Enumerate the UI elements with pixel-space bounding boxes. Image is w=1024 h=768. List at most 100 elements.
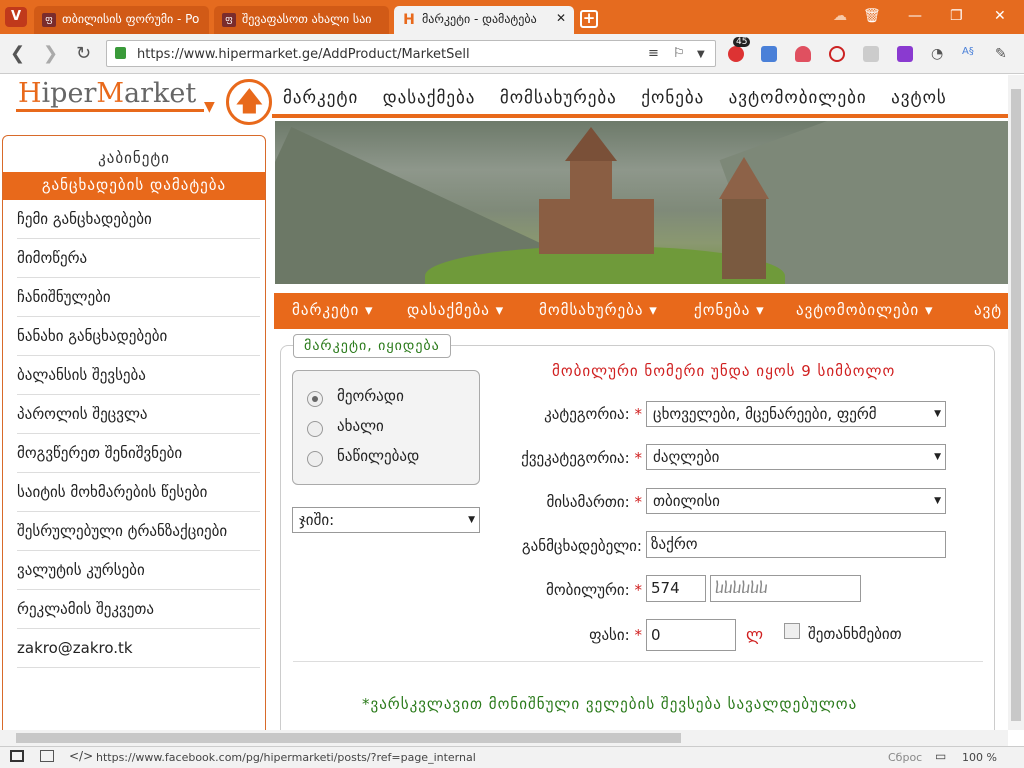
sidebar-item-balance[interactable]: ბალანსის შევსება [17, 356, 260, 395]
mobile-warning: მობილური ნომერი უნდა იყოს 9 სიმბოლო [552, 362, 896, 380]
sidebar-item-currency[interactable]: ვალუტის კურსები [17, 551, 260, 590]
menu-property[interactable]: ქონება ▾ [694, 301, 765, 319]
reload-icon[interactable]: ↻ [76, 43, 91, 64]
bookmark-icon[interactable]: ⚐ [673, 46, 685, 61]
close-window-icon[interactable]: ✕ [994, 8, 1006, 24]
logo-dropdown-icon[interactable]: ▼ [204, 99, 215, 115]
address-select-value: თბილისი [653, 492, 720, 510]
breed-select-value: ჯიში: [299, 511, 335, 529]
tab-title: მარკეტი - დამატება [422, 12, 537, 26]
panel-toggle-icon[interactable] [10, 750, 24, 762]
code-icon[interactable]: </> [69, 749, 93, 763]
menu-services[interactable]: მომსახურება ▾ [539, 301, 658, 319]
radio-used[interactable] [307, 391, 323, 407]
chevron-down-icon: ▼ [934, 409, 941, 419]
dropdown-arrow-icon[interactable]: ▼ [697, 49, 705, 60]
zoom-slider-icon[interactable]: ▭ [935, 749, 946, 763]
close-tab-icon[interactable]: ✕ [556, 11, 566, 25]
new-tab-button[interactable]: + [580, 10, 598, 28]
horizontal-scroll-thumb[interactable] [16, 733, 681, 743]
chevron-down-icon: ▼ [934, 496, 941, 506]
category-select[interactable]: ცხოველები, მცენარეები, ფერმ ▼ [646, 401, 946, 427]
radio-new[interactable] [307, 421, 323, 437]
tab-market-add[interactable]: H მარკეტი - დამატება ✕ [394, 6, 574, 34]
translate-extension-icon[interactable] [761, 46, 777, 62]
radio-used-label: მეორადი [337, 387, 404, 405]
address-select[interactable]: თბილისი ▼ [646, 488, 946, 514]
tab-forum[interactable]: ფ თბილისის ფორუმი - Po [34, 6, 209, 34]
sidebar-item-ads[interactable]: რეკლამის შეკვეთა [17, 590, 260, 629]
arrow-up-icon: 🡅 [236, 87, 263, 117]
sidebar-title: კაბინეტი [98, 149, 170, 167]
minimize-icon[interactable]: — [908, 8, 922, 24]
tools-icon[interactable]: ✎ [995, 46, 1011, 62]
block-extension-icon[interactable] [829, 46, 845, 62]
main-menu-bar: მარკეტი ▾ დასაქმება ▾ მომსახურება ▾ ქონე… [274, 293, 1008, 329]
top-menu-jobs[interactable]: დასაქმება [383, 88, 476, 108]
subcategory-select[interactable]: ძაღლები ▼ [646, 444, 946, 470]
sidebar-item-messages[interactable]: მიმოწერა [17, 239, 260, 278]
radio-parts[interactable] [307, 451, 323, 467]
top-menu-property[interactable]: ქონება [641, 88, 704, 108]
trash-icon[interactable]: 🗑 [863, 8, 881, 24]
spell-extension-icon[interactable]: A§ [962, 46, 978, 62]
forward-icon[interactable]: ❯ [43, 43, 58, 64]
vertical-scrollbar[interactable] [1008, 75, 1024, 730]
pocket-extension-icon[interactable] [795, 46, 811, 62]
sidebar-item-password[interactable]: პაროლის შეცვლა [17, 395, 260, 434]
radio-new-label: ახალი [337, 417, 384, 435]
screenshot-extension-icon[interactable] [863, 46, 879, 62]
url-field[interactable]: https://www.hipermarket.ge/AddProduct/Ma… [106, 40, 716, 67]
add-listing-button[interactable]: განცხადების დამატება [3, 172, 265, 200]
price-input[interactable]: 0 [646, 619, 736, 651]
menu-jobs[interactable]: დასაქმება ▾ [407, 301, 504, 319]
vertical-scroll-thumb[interactable] [1011, 89, 1021, 721]
top-menu-cars[interactable]: ავტომობილები [729, 88, 867, 108]
cabinet-sidebar: კაბინეტი განცხადების დამატება ჩემი განცხ… [2, 135, 266, 730]
back-icon[interactable]: ❮ [10, 43, 25, 64]
address-label: მისამართი: * [546, 493, 642, 511]
zoom-level[interactable]: 100 % [962, 751, 997, 764]
capture-extension-icon[interactable] [897, 46, 913, 62]
form-legend: მარკეტი, იყიდება [293, 334, 451, 358]
lock-icon [115, 47, 126, 59]
status-bar: </> https://www.facebook.com/pg/hipermar… [0, 746, 1024, 768]
reader-icon[interactable]: ≡ [648, 46, 659, 61]
menu-cars[interactable]: ავტომობილები ▾ [796, 301, 933, 319]
author-label: განმცხადებელი: [521, 537, 642, 555]
menu-auto[interactable]: ავტ [974, 301, 1002, 319]
breed-select[interactable]: ჯიში: ▼ [292, 507, 480, 533]
vivaldi-menu-icon[interactable]: V [5, 7, 27, 27]
menu-market[interactable]: მარკეტი ▾ [292, 301, 374, 319]
cloud-icon[interactable]: ☁ [833, 8, 847, 24]
sidebar-item-my-listings[interactable]: ჩემი განცხადებები [17, 200, 260, 239]
feed-icon[interactable]: ◔ [931, 46, 947, 62]
negotiable-checkbox[interactable] [784, 623, 800, 639]
mobile-number-input[interactable]: ⴑⴑⴑⴑⴑⴑ [710, 575, 861, 602]
status-url: https://www.facebook.com/pg/hipermarketi… [96, 751, 476, 764]
sidebar-item-email[interactable]: zakro@zakro.tk [17, 629, 260, 668]
subcategory-select-value: ძაღლები [653, 448, 720, 466]
form-divider [293, 661, 983, 662]
sidebar-item-transactions[interactable]: შესრულებული ტრანზაქციები [17, 512, 260, 551]
adblock-extension-icon[interactable] [728, 46, 744, 62]
hipermarket-logo[interactable]: HiperMarket [18, 78, 196, 109]
top-menu-market[interactable]: მარკეტი [283, 88, 358, 108]
top-menu-services[interactable]: მომსახურება [500, 88, 617, 108]
sidebar-item-viewed[interactable]: ნანახი განცხადებები [17, 317, 260, 356]
maximize-icon[interactable]: ❐ [950, 8, 963, 24]
author-input[interactable]: ზაქრო [646, 531, 946, 558]
negotiable-label: შეთანხმებით [808, 625, 902, 643]
sidebar-item-feedback[interactable]: მოგვწერეთ შენიშვნები [17, 434, 260, 473]
horizontal-scrollbar[interactable] [0, 730, 1008, 746]
up-arrow-button[interactable]: 🡅 [226, 79, 272, 125]
price-label: ფასი: * [589, 626, 642, 644]
tab-review[interactable]: ფ შევაფასოთ ახალი საი [214, 6, 389, 34]
zoom-reset[interactable]: Сброс [888, 751, 922, 764]
sidebar-item-bookmarks[interactable]: ჩანიშნულები [17, 278, 260, 317]
top-menu-auto[interactable]: ავტოს [891, 88, 947, 108]
mobile-prefix-input[interactable]: 574 [646, 575, 706, 602]
window-icon[interactable] [40, 750, 54, 762]
site-header: HiperMarket ▼ 🡅 მარკეტი დასაქმება მომსახ… [0, 75, 1008, 125]
sidebar-item-rules[interactable]: საიტის მოხმარების წესები [17, 473, 260, 512]
